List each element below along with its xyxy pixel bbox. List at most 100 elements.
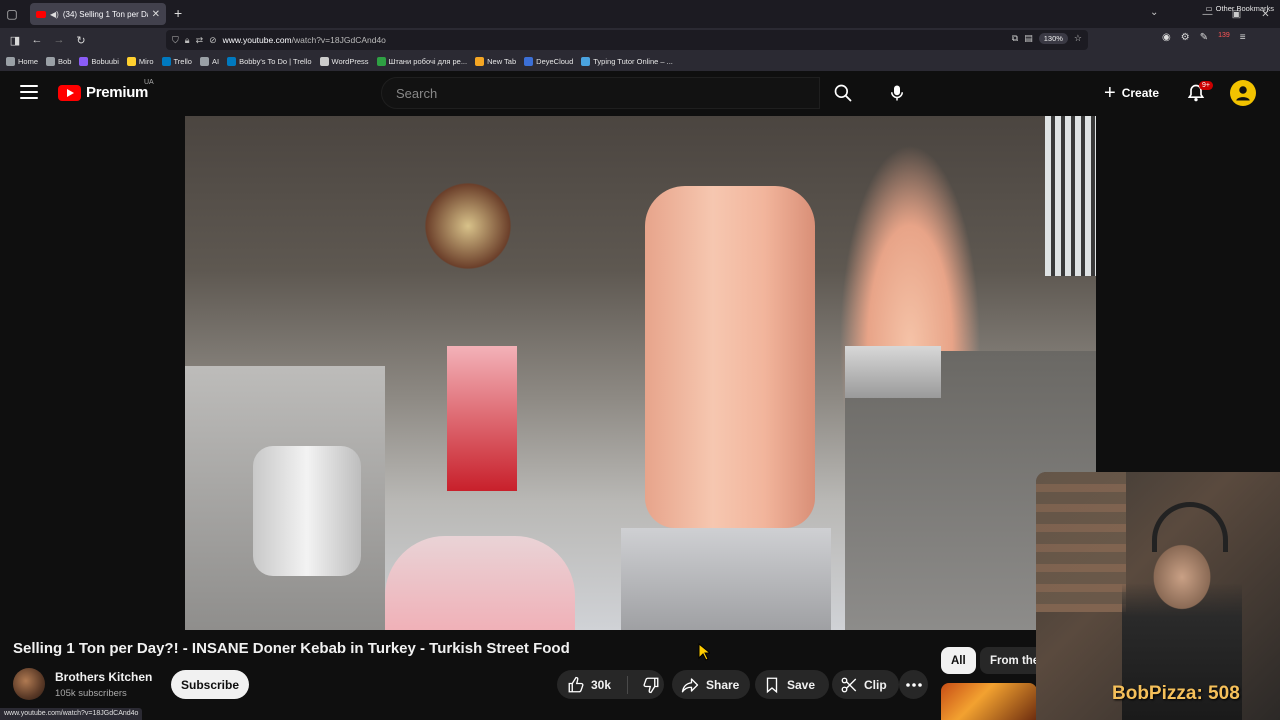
extension-2-icon[interactable]: ✎ [1200, 32, 1208, 43]
bookmark-favicon-icon [6, 57, 15, 66]
plus-icon: + [1104, 82, 1116, 104]
search-box [381, 77, 820, 109]
save-label: Save [787, 677, 816, 692]
menu-icon[interactable]: ≡ [1240, 32, 1246, 43]
thumbs-up-icon[interactable] [567, 676, 585, 694]
channel-avatar[interactable] [13, 668, 45, 700]
subscribe-button[interactable]: Subscribe [171, 670, 249, 699]
browser-tab-bar: ▢ ◀) (34) Selling 1 Ton per Day?! ✕ + ⌄ … [0, 0, 1280, 28]
browser-tab-youtube[interactable]: ◀) (34) Selling 1 Ton per Day?! ✕ [30, 3, 166, 25]
bookmark-item[interactable]: WordPress [319, 57, 369, 66]
new-tab-icon[interactable]: + [174, 5, 182, 21]
browser-nav-bar: ◨ ← → ↻ ⛉ 🔒︎ ⇄ ⊘ www.youtube.com/watch?v… [0, 28, 1280, 52]
video-title: Selling 1 Ton per Day?! - INSANE Doner K… [13, 640, 570, 657]
thumbs-down-icon[interactable] [642, 676, 660, 694]
video-frame-tray [845, 346, 941, 398]
share-button[interactable]: Share [672, 670, 750, 699]
permissions-icon[interactable]: ⇄ [196, 35, 204, 46]
bookmark-label: WordPress [331, 57, 369, 66]
video-frame-gas-tank [253, 446, 361, 576]
bookmark-item[interactable]: Home [6, 57, 38, 66]
lock-icon[interactable]: 🔒︎ [185, 35, 190, 46]
like-dislike-group: 30k [557, 670, 664, 699]
like-count[interactable]: 30k [591, 678, 611, 692]
recommended-video-thumbnail[interactable] [941, 683, 1037, 720]
youtube-favicon-icon [36, 10, 46, 18]
bookmark-star-icon[interactable]: ☆ [1074, 33, 1082, 44]
bookmark-icon [766, 677, 778, 693]
clip-label: Clip [864, 677, 887, 692]
reader-view-icon[interactable]: ▤ [1024, 33, 1033, 44]
create-button[interactable]: + Create [1094, 79, 1171, 107]
url-path: /watch?v=18JGdCAnd4o [291, 35, 386, 45]
speaker-icon[interactable]: ◀) [50, 10, 59, 19]
other-bookmarks[interactable]: ▭ Other Bookmarks [1206, 4, 1274, 13]
bookmark-item[interactable]: Typing Tutor Online – ... [581, 57, 673, 66]
extensions-puzzle-icon[interactable]: ⚙ [1181, 32, 1190, 43]
bookmark-favicon-icon [126, 57, 136, 66]
bookmark-favicon-icon [79, 57, 89, 66]
extension-icon[interactable]: ◉ [1162, 32, 1171, 43]
bookmark-item[interactable]: Bob [46, 57, 71, 66]
bookmark-favicon-icon [46, 57, 56, 66]
save-button[interactable]: Save [755, 670, 829, 699]
bookmark-label: New Tab [487, 57, 517, 66]
account-avatar[interactable] [1230, 80, 1256, 106]
bookmark-label: Bobby's To Do | Trello [239, 57, 312, 66]
reload-icon[interactable]: ↻ [70, 34, 92, 47]
scissors-icon [841, 677, 857, 692]
logo-text: Premium [86, 84, 149, 101]
microphone-icon [891, 85, 903, 101]
bookmark-favicon-icon [475, 57, 485, 66]
bookmarks-bar: Home Bob Bobuubi Miro Trello AI Bobby's To Do … [0, 52, 1280, 71]
zoom-level[interactable]: 130% [1038, 33, 1068, 44]
status-url: www.youtube.com/watch?v=18JGdCAnd4o [0, 708, 143, 720]
bookmark-item[interactable]: Trello [161, 57, 192, 66]
bookmark-item[interactable]: DeyeCloud [524, 57, 573, 66]
channel-name[interactable]: Brothers Kitchen [55, 670, 152, 684]
picture-in-picture-icon[interactable]: ⧉ [1012, 33, 1018, 44]
bookmark-label: Bobuubi [91, 57, 119, 66]
tab-title: (34) Selling 1 Ton per Day?! [62, 9, 148, 19]
video-frame-window [1045, 116, 1096, 276]
chip-all[interactable]: All [941, 647, 976, 674]
search-input[interactable] [396, 85, 819, 101]
bookmark-favicon-icon [161, 57, 171, 66]
video-frame-stand [621, 528, 831, 630]
bookmark-item[interactable]: New Tab [475, 57, 516, 66]
voice-search-button[interactable] [880, 77, 914, 109]
bookmark-favicon-icon [524, 57, 534, 66]
tab-close-icon[interactable]: ✕ [152, 9, 160, 20]
video-player[interactable] [185, 116, 1096, 630]
extension-badge[interactable]: 139 [1218, 32, 1230, 43]
back-icon[interactable]: ← [26, 34, 48, 46]
folder-icon: ▭ [1205, 4, 1213, 13]
youtube-masthead: Premium UA + Create 9+ [0, 71, 1280, 116]
bookmark-favicon-icon [376, 57, 386, 66]
notification-badge: 9+ [1199, 81, 1213, 90]
stream-counter: BobPizza: 508 [1112, 683, 1240, 704]
bookmark-item[interactable]: Bobuubi [79, 57, 119, 66]
url-host: www.youtube.com [222, 35, 292, 45]
guide-menu-icon[interactable] [20, 85, 38, 99]
search-button[interactable] [820, 77, 866, 109]
user-silhouette-icon [1236, 86, 1250, 101]
bookmark-item[interactable]: AI [199, 57, 219, 66]
bookmark-item[interactable]: Штани робочі для ре... [376, 57, 467, 66]
bookmark-label: Home [18, 57, 39, 66]
youtube-logo[interactable]: Premium UA [58, 79, 154, 101]
other-bookmarks-label: Other Bookmarks [1215, 4, 1274, 13]
bookmark-item[interactable]: Miro [126, 57, 154, 66]
bookmark-item[interactable]: Bobby's To Do | Trello [227, 57, 312, 66]
shield-icon[interactable]: ⛉ [172, 35, 179, 46]
video-frame-doner-stack [645, 186, 815, 528]
autoplay-icon[interactable]: ⊘ [209, 35, 217, 46]
clip-button[interactable]: Clip [832, 670, 899, 699]
more-actions-button[interactable] [899, 670, 928, 699]
forward-icon[interactable]: → [48, 34, 70, 46]
bookmark-favicon-icon [199, 57, 209, 66]
address-bar[interactable]: ⛉ 🔒︎ ⇄ ⊘ www.youtube.com/watch?v=18JGdCA… [166, 30, 1088, 50]
sidebar-toggle-icon[interactable]: ◨ [4, 34, 26, 47]
window-menu-icon[interactable]: ▢ [0, 0, 24, 28]
list-tabs-icon[interactable]: ⌄ [1150, 7, 1158, 18]
